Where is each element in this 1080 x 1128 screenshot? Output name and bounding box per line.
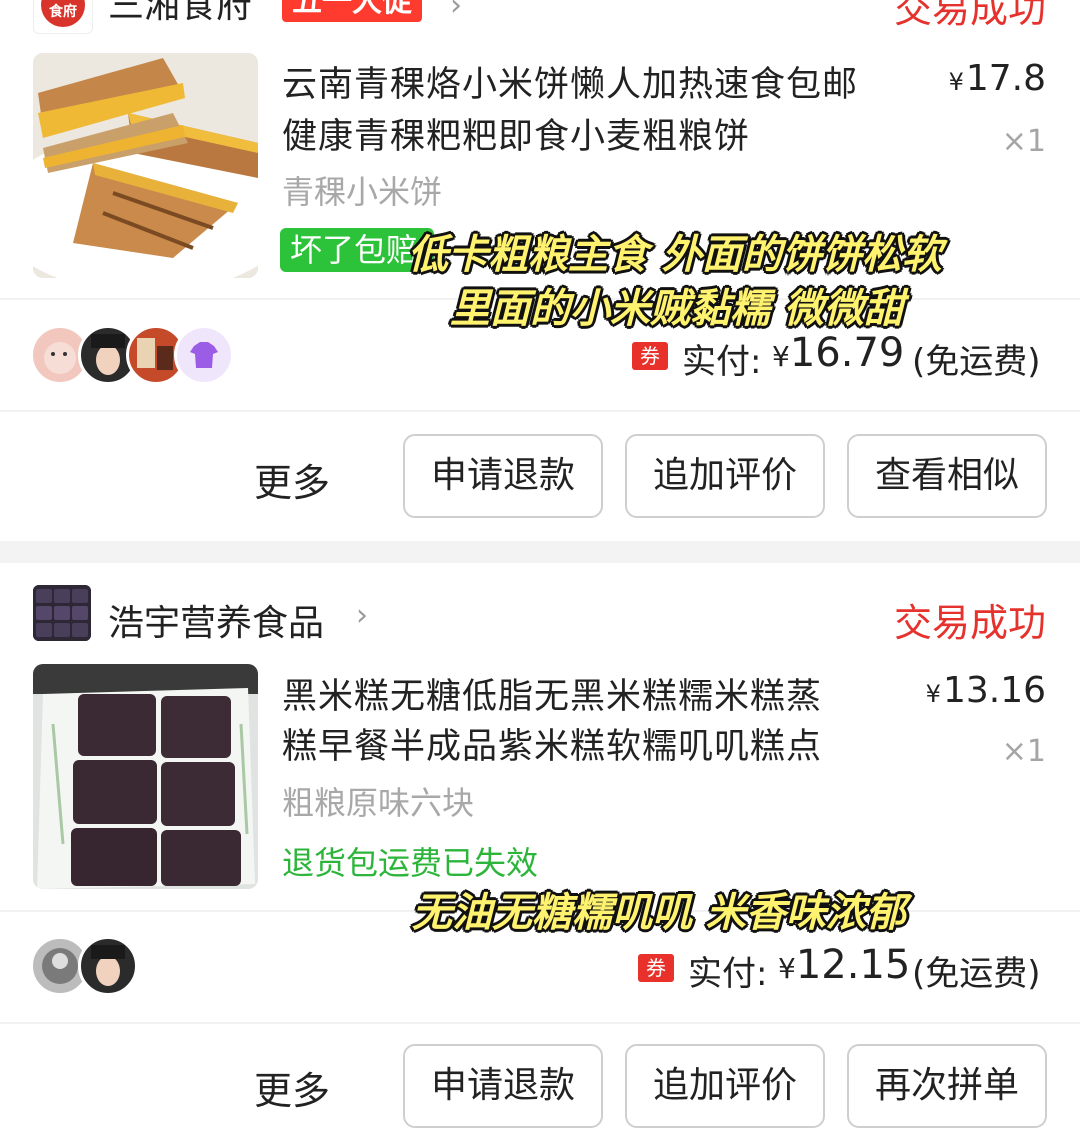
pancake-illustration <box>33 53 258 278</box>
caption-line-2: 里面的小米贼黏糯 微微甜 <box>450 286 904 332</box>
currency-symbol: ¥ <box>948 68 964 96</box>
more-button[interactable]: 更多 <box>254 452 330 507</box>
divider <box>0 410 1080 412</box>
paid-amount: ¥12.15 <box>778 942 910 988</box>
shop-name[interactable]: 三湘食府 <box>108 0 252 28</box>
chevron-right-icon[interactable]: › <box>356 598 368 633</box>
coupon-badge: 券 <box>632 342 668 370</box>
currency-symbol: ¥ <box>778 952 796 985</box>
rice-cake-logo-illustration <box>33 585 91 641</box>
chevron-right-icon[interactable]: › <box>450 0 462 23</box>
caption-line-3: 无油无糖糯叽叽 米香味浓郁 <box>412 890 906 936</box>
product-sku: 青稞小米饼 <box>282 173 443 211</box>
shop-name[interactable]: 浩宇营养食品 <box>108 594 324 646</box>
refund-button[interactable]: 申请退款 <box>403 1044 603 1128</box>
product-image[interactable] <box>33 664 258 889</box>
product-price: ¥17.8 <box>949 58 1046 99</box>
paid-label: 实付: <box>682 342 762 382</box>
add-review-button[interactable]: 追加评价 <box>625 434 825 518</box>
coupon-badge: 券 <box>638 954 674 982</box>
order-status: 交易成功 <box>893 601 1046 645</box>
shop-logo[interactable] <box>33 585 91 641</box>
shipping-note: (免运费) <box>912 342 1041 382</box>
divider <box>0 1022 1080 1024</box>
price-value: 13.16 <box>942 670 1046 711</box>
buyer-avatars <box>30 936 170 996</box>
product-quantity: ×1 <box>1001 124 1046 159</box>
currency-symbol: ¥ <box>772 340 790 373</box>
buy-again-button[interactable]: 再次拼单 <box>847 1044 1047 1128</box>
paid-amount: ¥16.79 <box>772 330 904 376</box>
promo-badge: 五一大促 <box>282 0 422 22</box>
buyer-avatars <box>30 325 250 385</box>
currency-symbol: ¥ <box>925 680 941 708</box>
add-review-button[interactable]: 追加评价 <box>625 1044 825 1128</box>
product-title-line-1[interactable]: 黑米糕无糖低脂无黑米糕糯米糕蒸 <box>282 668 822 719</box>
product-title-line-2[interactable]: 糕早餐半成品紫米糕软糯叽叽糕点 <box>282 718 822 769</box>
shipping-note: (免运费) <box>912 954 1041 994</box>
product-sku: 粗粮原味六块 <box>282 784 475 822</box>
shop-logo[interactable]: 食府 <box>33 0 93 34</box>
product-price: ¥13.16 <box>926 670 1046 711</box>
card-separator <box>0 541 1080 563</box>
product-title-line-2[interactable]: 健康青稞粑粑即食小麦粗粮饼 <box>282 108 750 159</box>
paid-value: 16.79 <box>789 330 905 376</box>
avatar <box>78 936 138 996</box>
return-shipping-notice: 退货包运费已失效 <box>282 844 539 882</box>
refund-button[interactable]: 申请退款 <box>403 434 603 518</box>
caption-line-1: 低卡粗粮主食 外面的饼饼松软 <box>408 232 942 278</box>
product-image[interactable] <box>33 53 258 278</box>
price-value: 17.8 <box>965 58 1046 99</box>
rice-cake-illustration <box>33 664 258 889</box>
order-status: 交易成功 <box>893 0 1046 31</box>
paid-value: 12.15 <box>795 942 911 988</box>
view-similar-button[interactable]: 查看相似 <box>847 434 1047 518</box>
tshirt-icon <box>174 325 234 385</box>
more-button[interactable]: 更多 <box>254 1060 330 1115</box>
product-quantity: ×1 <box>1001 734 1046 769</box>
product-title-line-1[interactable]: 云南青稞烙小米饼懒人加热速食包邮 <box>282 56 858 107</box>
shop-logo-text: 食府 <box>41 0 85 27</box>
paid-label: 实付: <box>688 954 768 994</box>
